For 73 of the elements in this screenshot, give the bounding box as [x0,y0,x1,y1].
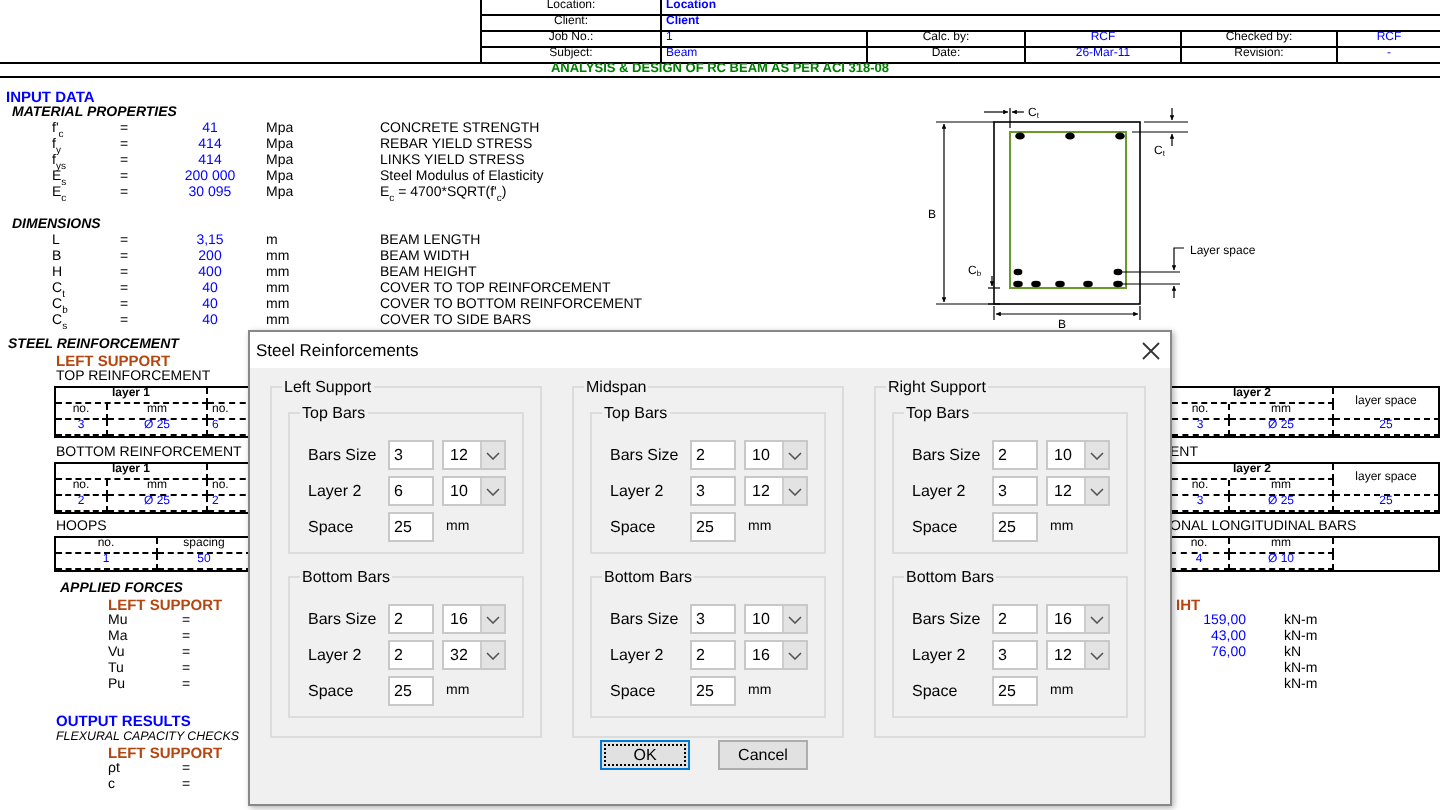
chevron-down-icon [788,487,802,495]
bar-count-field[interactable]: 3 [388,440,434,470]
spacing-field[interactable]: 25 [690,512,736,542]
dialog-title: Steel Reinforcements [256,340,419,360]
ok-button[interactable]: OK [600,740,690,770]
bar-count-field[interactable]: 2 [388,604,434,634]
field-label: Layer 2 [308,646,364,664]
field-label: Space [912,682,960,700]
bar-size-dropdown[interactable]: 16 [744,640,808,670]
field-label: Space [610,682,658,700]
bar-size-dropdown[interactable]: 10 [744,440,808,470]
chevron-down-icon [1090,487,1104,495]
bar-count-field[interactable]: 2 [388,640,434,670]
group-title: Right Support [886,378,988,396]
bar-count-field[interactable]: 3 [992,640,1038,670]
spacing-field[interactable]: 25 [690,676,736,706]
spacing-field[interactable]: 25 [388,676,434,706]
group-title: Bottom Bars [300,568,393,586]
bar-size-dropdown[interactable]: 10 [744,604,808,634]
chevron-down-icon [486,451,500,459]
field-label: Layer 2 [610,646,666,664]
field-label: Space [308,682,356,700]
bar-size-dropdown[interactable]: 10 [442,476,506,506]
spacing-field[interactable]: 25 [992,676,1038,706]
field-label: Space [912,518,960,536]
field-label: Space [308,518,356,536]
field-label: Layer 2 [912,646,968,664]
field-label: Layer 2 [308,482,364,500]
spacing-field[interactable]: 25 [388,512,434,542]
field-label: Bars Size [610,446,681,464]
chevron-down-icon [486,615,500,623]
chevron-down-icon [788,651,802,659]
field-label: Bars Size [610,610,681,628]
bar-count-field[interactable]: 3 [690,604,736,634]
field-label: Space [610,518,658,536]
group-title: Left Support [282,378,374,396]
cancel-button[interactable]: Cancel [718,740,808,770]
close-icon[interactable] [1142,341,1160,359]
bar-size-dropdown[interactable]: 10 [1046,440,1110,470]
field-label: Layer 2 [610,482,666,500]
bar-size-dropdown[interactable]: 12 [1046,640,1110,670]
group-title: Bottom Bars [904,568,997,586]
chevron-down-icon [486,487,500,495]
field-label: Bars Size [912,610,983,628]
group-title: Top Bars [300,404,368,422]
bar-count-field[interactable]: 2 [992,440,1038,470]
chevron-down-icon [1090,451,1104,459]
group-title: Midspan [584,378,649,396]
bar-count-field[interactable]: 2 [992,604,1038,634]
group-title: Bottom Bars [602,568,695,586]
chevron-down-icon [788,451,802,459]
chevron-down-icon [1090,615,1104,623]
bar-count-field[interactable]: 2 [690,440,736,470]
bar-count-field[interactable]: 6 [388,476,434,506]
field-label: Bars Size [912,446,983,464]
bar-size-dropdown[interactable]: 12 [1046,476,1110,506]
field-label: Bars Size [308,610,379,628]
field-label: Layer 2 [912,482,968,500]
bar-count-field[interactable]: 2 [690,640,736,670]
field-label: Bars Size [308,446,379,464]
bar-size-dropdown[interactable]: 32 [442,640,506,670]
bar-size-dropdown[interactable]: 12 [744,476,808,506]
bar-size-dropdown[interactable]: 16 [1046,604,1110,634]
group-title: Top Bars [602,404,670,422]
bar-size-dropdown[interactable]: 12 [442,440,506,470]
chevron-down-icon [788,615,802,623]
bar-count-field[interactable]: 3 [690,476,736,506]
chevron-down-icon [1090,651,1104,659]
bar-count-field[interactable]: 3 [992,476,1038,506]
spacing-field[interactable]: 25 [992,512,1038,542]
group-title: Top Bars [904,404,972,422]
chevron-down-icon [486,651,500,659]
bar-size-dropdown[interactable]: 16 [442,604,506,634]
